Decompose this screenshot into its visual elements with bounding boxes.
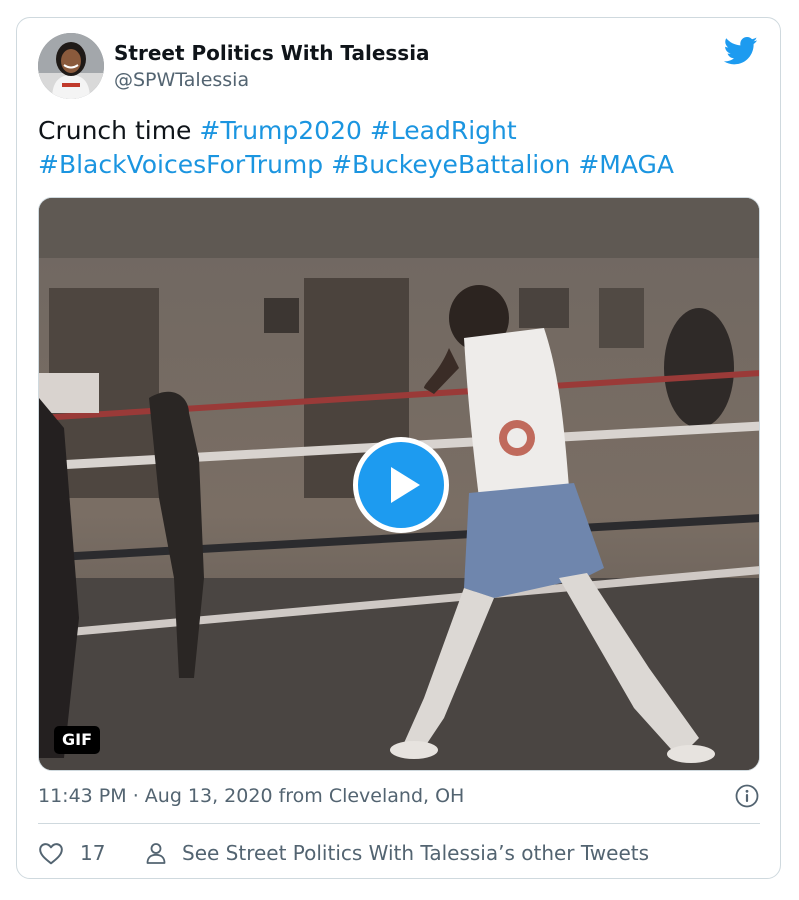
hashtag-buckeyebattalion[interactable]: #BuckeyeBattalion	[331, 150, 570, 179]
meta-separator: ·	[126, 785, 145, 807]
heart-icon	[39, 843, 63, 865]
gif-media[interactable]: GIF	[38, 197, 760, 771]
info-icon[interactable]	[735, 784, 759, 808]
hashtag-blackvoicesfortrump[interactable]: #BlackVoicesForTrump	[38, 150, 323, 179]
gif-badge: GIF	[54, 726, 100, 754]
avatar[interactable]	[38, 33, 104, 99]
display-name[interactable]: Street Politics With Talessia	[114, 40, 430, 66]
hashtag-trump2020[interactable]: #Trump2020	[199, 116, 362, 145]
divider	[38, 823, 760, 824]
hashtag-maga[interactable]: #MAGA	[578, 150, 674, 179]
twitter-bird-icon[interactable]	[723, 36, 758, 66]
like-count: 17	[80, 841, 106, 865]
tweet-card: Street Politics With Talessia @SPWTaless…	[16, 17, 781, 879]
play-icon[interactable]	[353, 437, 449, 533]
tweet-lead-text: Crunch time	[38, 116, 200, 145]
other-tweets-label: See Street Politics With Talessia’s othe…	[182, 841, 650, 865]
tweet-timestamp[interactable]: 11:43 PM · Aug 13, 2020 from Cleveland, …	[38, 783, 464, 809]
hashtag-leadright[interactable]: #LeadRight	[370, 116, 517, 145]
tweet-text: Crunch time #Trump2020 #LeadRight #Black…	[38, 114, 758, 182]
person-icon	[146, 843, 166, 864]
tweet-time: 11:43 PM	[38, 785, 127, 807]
tweet-date: Aug 13, 2020	[144, 785, 273, 807]
user-handle[interactable]: @SPWTalessia	[114, 68, 249, 92]
tweet-location: from Cleveland, OH	[272, 785, 465, 807]
